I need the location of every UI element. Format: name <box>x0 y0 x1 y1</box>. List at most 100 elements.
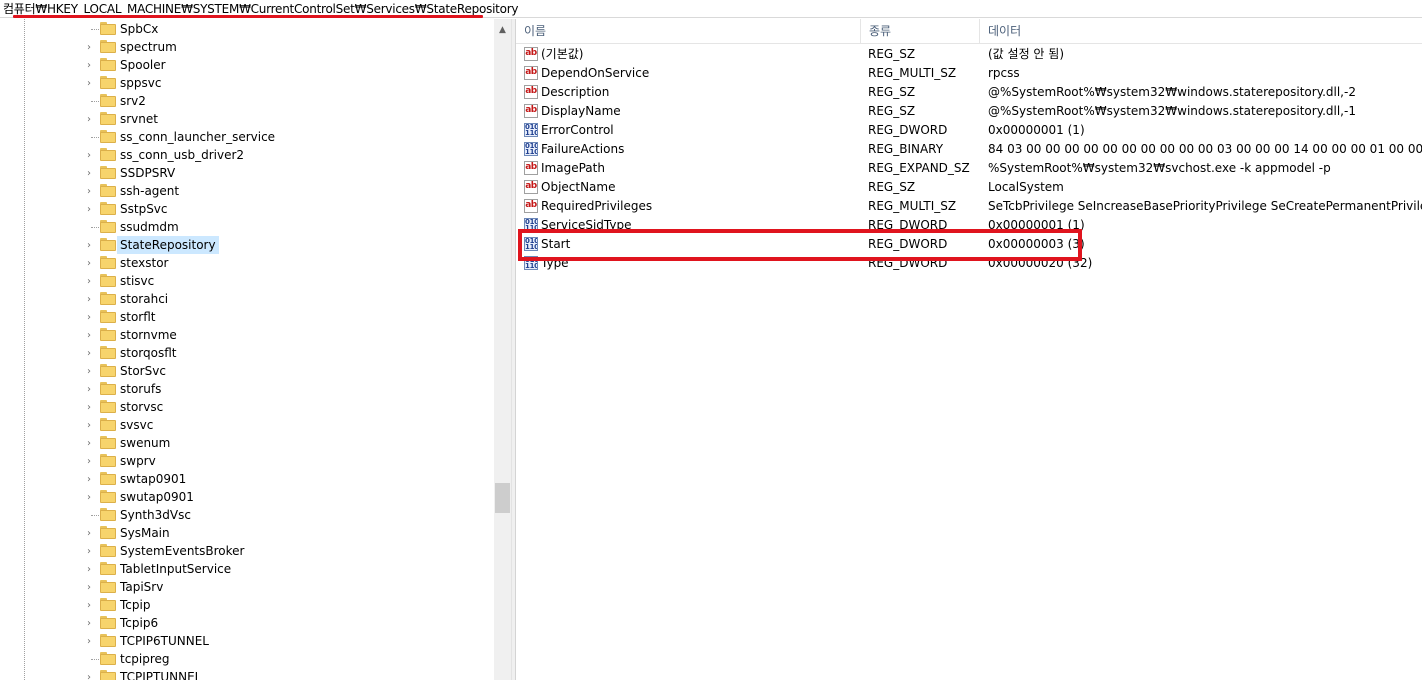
tree-scrollbar[interactable]: ▲ <box>494 19 511 680</box>
string-value-icon: ab <box>524 66 538 80</box>
tree-item[interactable]: ssudmdm <box>0 218 494 236</box>
tree-item[interactable]: › storufs <box>0 380 494 398</box>
tree-item[interactable]: › swenum <box>0 434 494 452</box>
column-header-name[interactable]: 이름 <box>516 19 861 44</box>
value-row[interactable]: 010 110 Type REG_DWORD 0x00000020 (32) <box>516 254 1422 273</box>
tree-item[interactable]: › ss_conn_usb_driver2 <box>0 146 494 164</box>
value-row[interactable]: ab Description REG_SZ @%SystemRoot%₩system3… <box>516 83 1422 102</box>
expand-chevron-icon[interactable]: › <box>82 614 96 632</box>
expand-chevron-icon[interactable]: › <box>82 146 96 164</box>
expand-chevron-icon[interactable]: › <box>82 290 96 308</box>
expand-chevron-icon[interactable]: › <box>82 524 96 542</box>
value-row[interactable]: ab DisplayName REG_SZ @%SystemRoot%₩system3… <box>516 102 1422 121</box>
expand-chevron-icon[interactable]: › <box>82 236 96 254</box>
value-row[interactable]: ab (기본값) REG_SZ (값 설정 안 됨) <box>516 45 1422 64</box>
tree-item[interactable]: Synth3dVsc <box>0 506 494 524</box>
expand-chevron-icon[interactable]: › <box>82 560 96 578</box>
tree-item[interactable]: › Tcpip6 <box>0 614 494 632</box>
value-row-start[interactable]: 010 110 Start REG_DWORD 0x00000003 (3) <box>516 235 1422 254</box>
tree-item[interactable]: › ssh-agent <box>0 182 494 200</box>
tree-item[interactable]: › stexstor <box>0 254 494 272</box>
expand-chevron-icon[interactable]: › <box>82 380 96 398</box>
expand-chevron-icon[interactable]: › <box>82 182 96 200</box>
value-name: DisplayName <box>541 104 621 118</box>
tree-item[interactable]: tcpipreg <box>0 650 494 668</box>
tree-item[interactable]: › StateRepository <box>0 236 494 254</box>
value-row[interactable]: 010 110 ErrorControl REG_DWORD 0x00000001 (… <box>516 121 1422 140</box>
expand-chevron-icon[interactable]: › <box>82 56 96 74</box>
tree-item[interactable]: SpbCx <box>0 20 494 38</box>
expand-chevron-icon[interactable]: › <box>82 164 96 182</box>
scrollbar-thumb[interactable] <box>495 483 510 513</box>
folder-icon <box>100 490 116 503</box>
expand-chevron-icon[interactable]: › <box>82 398 96 416</box>
value-row[interactable]: ab RequiredPrivileges REG_MULTI_SZ SeTcbPri… <box>516 197 1422 216</box>
tree-item[interactable]: › stisvc <box>0 272 494 290</box>
value-row[interactable]: ab DependOnService REG_MULTI_SZ rpcss <box>516 64 1422 83</box>
tree-item[interactable]: › storvsc <box>0 398 494 416</box>
tree-item[interactable]: › swtap0901 <box>0 470 494 488</box>
tree-item-label: StorSvc <box>120 364 166 378</box>
tree-item[interactable]: › srvnet <box>0 110 494 128</box>
tree-item[interactable]: srv2 <box>0 92 494 110</box>
tree-item[interactable]: › sppsvc <box>0 74 494 92</box>
expand-chevron-icon[interactable]: › <box>82 668 96 680</box>
tree-item[interactable]: ss_conn_launcher_service <box>0 128 494 146</box>
expand-chevron-icon[interactable]: › <box>82 110 96 128</box>
tree-item[interactable]: › swutap0901 <box>0 488 494 506</box>
expand-chevron-icon[interactable]: › <box>82 200 96 218</box>
tree-item[interactable]: › storqosflt <box>0 344 494 362</box>
tree-item[interactable]: › TCPIP6TUNNEL <box>0 632 494 650</box>
expand-chevron-icon[interactable]: › <box>82 362 96 380</box>
binary-value-icon: 010 110 <box>524 218 538 232</box>
tree-item[interactable]: › TapiSrv <box>0 578 494 596</box>
tree-item[interactable]: › storahci <box>0 290 494 308</box>
tree-connector <box>91 101 99 102</box>
expand-chevron-icon[interactable]: › <box>82 326 96 344</box>
tree-item[interactable]: › stornvme <box>0 326 494 344</box>
tree-item-label: stornvme <box>120 328 177 342</box>
tree-item[interactable]: › Spooler <box>0 56 494 74</box>
tree-item[interactable]: › SystemEventsBroker <box>0 542 494 560</box>
expand-chevron-icon[interactable]: › <box>82 632 96 650</box>
expand-chevron-icon[interactable]: › <box>82 470 96 488</box>
tree-item[interactable]: › svsvc <box>0 416 494 434</box>
tree-item[interactable]: › swprv <box>0 452 494 470</box>
expand-chevron-icon[interactable]: › <box>82 452 96 470</box>
key-tree-pane[interactable]: SpbCx › spectrum › Spooler › sppsvc srv2 › srvnet… <box>0 19 511 680</box>
column-header-type[interactable]: 종류 <box>861 19 980 44</box>
tree-item[interactable]: › Tcpip <box>0 596 494 614</box>
value-row[interactable]: ab ImagePath REG_EXPAND_SZ %SystemRoot%₩sys… <box>516 159 1422 178</box>
value-row[interactable]: 010 110 ServiceSidType REG_DWORD 0x00000001… <box>516 216 1422 235</box>
expand-chevron-icon[interactable]: › <box>82 254 96 272</box>
tree-item[interactable]: › spectrum <box>0 38 494 56</box>
value-type: REG_DWORD <box>868 237 948 251</box>
values-pane[interactable]: 이름 종류 데이터 ab (기본값) REG_SZ (값 설정 안 됨) ab Depen… <box>516 19 1422 680</box>
expand-chevron-icon[interactable]: › <box>82 74 96 92</box>
expand-chevron-icon[interactable]: › <box>82 38 96 56</box>
expand-chevron-icon[interactable]: › <box>82 578 96 596</box>
scroll-up-arrow-icon[interactable]: ▲ <box>494 21 511 38</box>
value-row[interactable]: 010 110 FailureActions REG_BINARY 84 03 00 … <box>516 140 1422 159</box>
expand-chevron-icon[interactable]: › <box>82 416 96 434</box>
folder-icon <box>100 184 116 197</box>
tree-item[interactable]: › StorSvc <box>0 362 494 380</box>
column-header-data[interactable]: 데이터 <box>980 19 1422 44</box>
expand-chevron-icon[interactable]: › <box>82 488 96 506</box>
expand-chevron-icon[interactable]: › <box>82 596 96 614</box>
value-row[interactable]: ab ObjectName REG_SZ LocalSystem <box>516 178 1422 197</box>
tree-item[interactable]: › TCPIPTUNNEL <box>0 668 494 680</box>
expand-chevron-icon[interactable]: › <box>82 542 96 560</box>
tree-item[interactable]: › SysMain <box>0 524 494 542</box>
expand-chevron-icon[interactable]: › <box>82 434 96 452</box>
address-bar[interactable]: 컴퓨터₩HKEY_LOCAL_MACHINE₩SYSTEM₩CurrentCon… <box>0 0 1422 18</box>
folder-icon <box>100 166 116 179</box>
expand-chevron-icon[interactable]: › <box>82 272 96 290</box>
tree-item[interactable]: › storflt <box>0 308 494 326</box>
expand-chevron-icon[interactable]: › <box>82 344 96 362</box>
tree-item[interactable]: › SSDPSRV <box>0 164 494 182</box>
expand-chevron-icon[interactable]: › <box>82 308 96 326</box>
tree-item[interactable]: › SstpSvc <box>0 200 494 218</box>
tree-item[interactable]: › TabletInputService <box>0 560 494 578</box>
folder-icon <box>100 598 116 611</box>
